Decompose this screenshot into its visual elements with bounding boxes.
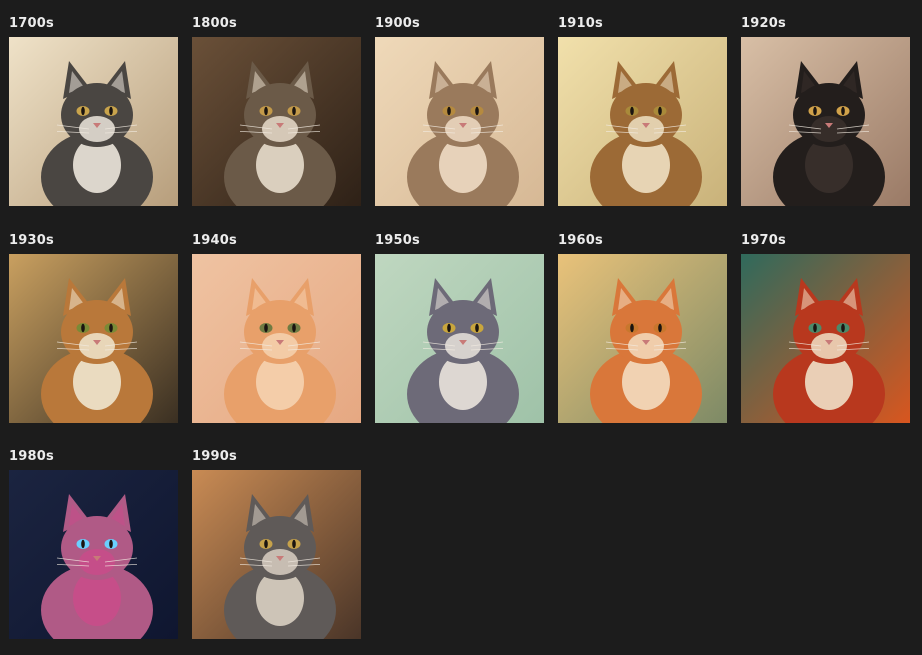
gallery-card[interactable]: 1930s: [9, 231, 178, 439]
gallery-card[interactable]: 1700s: [9, 14, 178, 222]
gallery-card[interactable]: 1990s: [192, 447, 361, 655]
gallery-card[interactable]: 1920s: [741, 14, 910, 222]
decade-label: 1800s: [192, 16, 237, 31]
decade-label: 1970s: [741, 232, 786, 248]
decade-label: 1960s: [558, 232, 603, 248]
gallery-card[interactable]: 1800s: [192, 14, 361, 222]
decade-label: 1990s: [192, 449, 237, 464]
cat-portrait-image[interactable]: [375, 37, 544, 206]
decade-label: 1700s: [9, 16, 54, 31]
cat-portrait-image[interactable]: [9, 37, 178, 206]
gallery-card[interactable]: 1960s: [558, 231, 727, 439]
gallery-card[interactable]: 1970s: [741, 231, 910, 439]
decade-label: 1980s: [9, 449, 54, 464]
cat-portrait-image[interactable]: [375, 253, 544, 423]
gallery-card[interactable]: 1980s: [9, 447, 178, 655]
gallery-card[interactable]: 1900s: [375, 14, 544, 222]
cat-portrait-image[interactable]: [9, 253, 178, 423]
decade-label: 1900s: [375, 16, 420, 31]
cat-portrait-image[interactable]: [558, 37, 727, 206]
decade-label: 1940s: [192, 232, 237, 248]
cat-decade-gallery: 1700s 1800s 1900s 1910s 1920s 1930s 1940…: [9, 14, 910, 655]
cat-portrait-image[interactable]: [192, 470, 361, 639]
decade-label: 1920s: [741, 16, 786, 31]
cat-portrait-image[interactable]: [741, 253, 910, 423]
gallery-card[interactable]: 1940s: [192, 231, 361, 439]
gallery-card[interactable]: 1950s: [375, 231, 544, 439]
cat-portrait-image[interactable]: [9, 470, 178, 639]
gallery-card[interactable]: 1910s: [558, 14, 727, 222]
cat-portrait-image[interactable]: [741, 37, 910, 206]
cat-portrait-image[interactable]: [192, 37, 361, 206]
decade-label: 1910s: [558, 16, 603, 31]
decade-label: 1950s: [375, 232, 420, 248]
decade-label: 1930s: [9, 232, 54, 248]
cat-portrait-image[interactable]: [192, 253, 361, 423]
cat-portrait-image[interactable]: [558, 253, 727, 423]
